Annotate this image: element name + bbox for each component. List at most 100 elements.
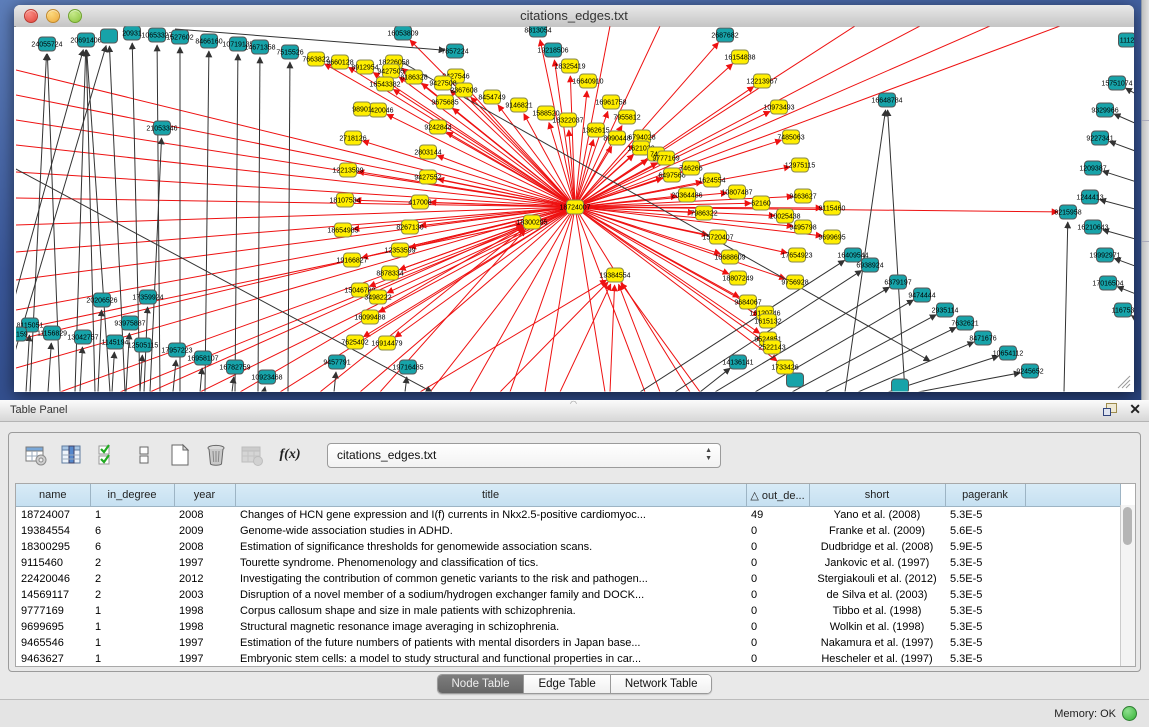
cell-title[interactable]: Corpus callosum shape and size in male p… [235,603,746,619]
column-header-year[interactable]: year [174,484,235,507]
cell-out_de...[interactable]: 0 [746,587,809,603]
cell-title[interactable]: Changes of HCN gene expression and I(f) … [235,507,746,524]
cell-in_degree[interactable]: 2 [90,571,174,587]
cell-name[interactable]: 9115460 [16,555,90,571]
cell-pagerank[interactable]: 5.3E-5 [945,587,1025,603]
tab-edge-table[interactable]: Edge Table [524,675,610,693]
node[interactable] [101,29,118,43]
cell-spacer[interactable] [1025,523,1120,539]
column-header-in_degree[interactable]: in_degree [90,484,174,507]
table-row[interactable]: 2242004622012Investigating the contribut… [16,571,1120,587]
cell-year[interactable]: 1998 [174,603,235,619]
cell-year[interactable]: 2008 [174,539,235,555]
row-height-icon[interactable] [129,440,159,470]
node[interactable]: 20931 [122,26,142,40]
node[interactable]: 1112 [1119,33,1136,47]
cell-short[interactable]: Stergiakouli et al. (2012) [809,571,945,587]
table-row[interactable]: 946362711997Embryonic stem cells: a mode… [16,651,1120,667]
column-header-name[interactable]: name [16,484,90,507]
cell-pagerank[interactable]: 5.3E-5 [945,635,1025,651]
cell-year[interactable]: 2009 [174,523,235,539]
splitter-handle-icon[interactable]: ◠ [570,399,577,408]
cell-out_de...[interactable]: 0 [746,635,809,651]
cell-pagerank[interactable]: 5.3E-5 [945,603,1025,619]
table-row[interactable]: 1456911722003Disruption of a novel membe… [16,587,1120,603]
cell-spacer[interactable] [1025,555,1120,571]
cell-short[interactable]: Nakamura et al. (1997) [809,635,945,651]
cell-name[interactable]: 22420046 [16,571,90,587]
table-row[interactable]: 911546021997Tourette syndrome. Phenomeno… [16,555,1120,571]
cell-short[interactable]: Yano et al. (2008) [809,507,945,524]
cell-spacer[interactable] [1025,619,1120,635]
cell-name[interactable]: 9465546 [16,635,90,651]
tab-node-table[interactable]: Node Table [438,675,525,693]
create-column-icon[interactable] [165,440,195,470]
cell-title[interactable]: Structural magnetic resonance image aver… [235,619,746,635]
table-row[interactable]: 946554611997Estimation of the future num… [16,635,1120,651]
cell-pagerank[interactable]: 5.5E-5 [945,571,1025,587]
node[interactable]: 39159 [8,327,28,341]
cell-in_degree[interactable]: 2 [90,587,174,603]
cell-title[interactable]: Investigating the contribution of common… [235,571,746,587]
cell-pagerank[interactable]: 5.3E-5 [945,619,1025,635]
cell-in_degree[interactable]: 1 [90,507,174,524]
column-header-title[interactable]: title [235,484,746,507]
float-panel-icon[interactable] [1103,403,1117,416]
cell-name[interactable]: 14569117 [16,587,90,603]
cell-short[interactable]: Hescheler et al. (1997) [809,651,945,667]
memory-indicator[interactable]: Memory: OK [1054,706,1137,721]
cell-short[interactable]: Franke et al. (2009) [809,523,945,539]
table-row[interactable]: 969969511998Structural magnetic resonanc… [16,619,1120,635]
function-builder-icon[interactable]: f(x) [273,440,307,470]
node[interactable]: 62160 [751,196,771,210]
cell-spacer[interactable] [1025,539,1120,555]
cell-name[interactable]: 19384554 [16,523,90,539]
cell-in_degree[interactable]: 6 [90,539,174,555]
cell-pagerank[interactable]: 5.6E-5 [945,523,1025,539]
table-scrollbar-thumb[interactable] [1123,507,1132,545]
delete-table-icon[interactable] [237,440,267,470]
show-columns-icon[interactable] [57,440,87,470]
cell-name[interactable]: 18300295 [16,539,90,555]
cell-out_de...[interactable]: 0 [746,619,809,635]
cell-name[interactable]: 18724007 [16,507,90,524]
cell-pagerank[interactable]: 5.3E-5 [945,555,1025,571]
cell-name[interactable]: 9463627 [16,651,90,667]
node[interactable]: 116753 [1112,303,1135,317]
cell-short[interactable]: Tibbo et al. (1998) [809,603,945,619]
cell-short[interactable]: Jankovic et al. (1997) [809,555,945,571]
table-row[interactable]: 1872400712008Changes of HCN gene express… [16,507,1120,524]
cell-title[interactable]: Tourette syndrome. Phenomenology and cla… [235,555,746,571]
cell-out_de...[interactable]: 0 [746,523,809,539]
cell-spacer[interactable] [1025,603,1120,619]
table-row[interactable]: 1938455462009Genome-wide association stu… [16,523,1120,539]
tab-network-table[interactable]: Network Table [611,675,712,693]
cell-spacer[interactable] [1025,587,1120,603]
cell-spacer[interactable] [1025,507,1120,524]
cell-short[interactable]: de Silva et al. (2003) [809,587,945,603]
cell-year[interactable]: 1997 [174,635,235,651]
select-rows-icon[interactable] [93,440,123,470]
cell-title[interactable]: Genome-wide association studies in ADHD. [235,523,746,539]
cell-out_de...[interactable]: 0 [746,603,809,619]
cell-out_de...[interactable]: 0 [746,651,809,667]
cell-out_de...[interactable]: 0 [746,555,809,571]
table-mode-icon[interactable] [21,440,51,470]
cell-pagerank[interactable]: 5.3E-5 [945,651,1025,667]
cell-title[interactable]: Estimation of the future numbers of pati… [235,635,746,651]
cell-out_de...[interactable]: 0 [746,539,809,555]
node[interactable] [787,373,804,387]
cell-year[interactable]: 1997 [174,651,235,667]
cell-year[interactable]: 1997 [174,555,235,571]
delete-column-icon[interactable] [201,440,231,470]
cell-title[interactable]: Embryonic stem cells: a model to study s… [235,651,746,667]
cell-title[interactable]: Estimation of significance thresholds fo… [235,539,746,555]
cell-spacer[interactable] [1025,571,1120,587]
cell-in_degree[interactable]: 1 [90,603,174,619]
cell-spacer[interactable] [1025,651,1120,667]
cell-in_degree[interactable]: 1 [90,651,174,667]
cell-year[interactable]: 2012 [174,571,235,587]
cell-title[interactable]: Disruption of a novel member of a sodium… [235,587,746,603]
cell-out_de...[interactable]: 49 [746,507,809,524]
cell-short[interactable]: Wolkin et al. (1998) [809,619,945,635]
